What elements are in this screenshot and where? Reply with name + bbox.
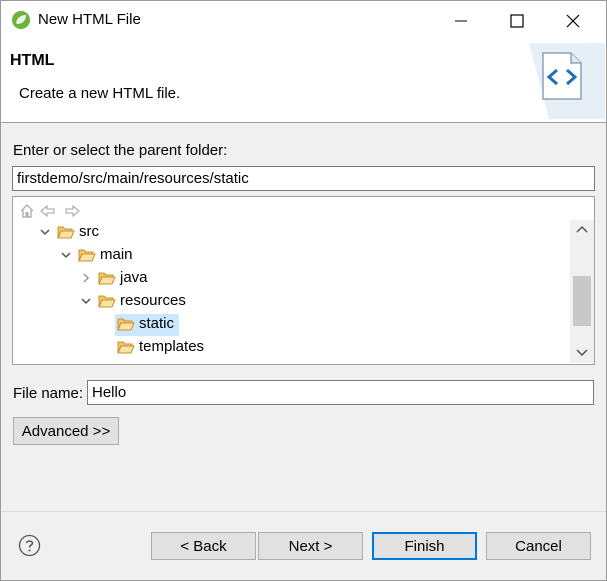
close-button[interactable] (545, 1, 601, 41)
tree-item-label: src (79, 223, 99, 240)
title-bar[interactable]: New HTML File (1, 1, 606, 41)
folder-open-icon (98, 295, 116, 308)
spring-leaf-icon (12, 11, 30, 29)
back-button[interactable]: < Back (151, 532, 256, 560)
folder-tree[interactable]: src main java resources static templates (12, 196, 595, 365)
chevron-down-icon[interactable] (60, 249, 72, 261)
cancel-button[interactable]: Cancel (486, 532, 591, 560)
scroll-up-icon[interactable] (574, 222, 590, 238)
minimize-button[interactable] (433, 1, 489, 41)
folder-open-icon (78, 249, 96, 262)
minimize-icon (455, 20, 467, 22)
scroll-thumb[interactable] (573, 276, 591, 326)
html-file-banner-icon (529, 43, 605, 119)
chevron-down-icon[interactable] (39, 226, 51, 238)
help-icon[interactable] (18, 534, 41, 557)
folder-open-icon (57, 226, 75, 239)
forward-arrow-icon[interactable] (63, 202, 81, 220)
tree-scrollbar[interactable] (570, 220, 594, 363)
chevron-right-icon[interactable] (80, 272, 92, 284)
maximize-button[interactable] (489, 1, 545, 41)
finish-button[interactable]: Finish (372, 532, 477, 560)
tree-item-label: java (120, 269, 148, 286)
next-button[interactable]: Next > (258, 532, 363, 560)
folder-open-icon (117, 318, 135, 331)
wizard-header: HTML Create a new HTML file. (1, 41, 606, 123)
home-icon[interactable] (18, 202, 36, 220)
maximize-icon (510, 14, 524, 28)
advanced-button[interactable]: Advanced >> (13, 417, 119, 445)
tree-item-label: static (139, 315, 175, 332)
tree-item-label: main (100, 246, 133, 263)
folder-open-icon (117, 341, 135, 354)
new-html-file-dialog: New HTML File HTML Create a new HTML fil… (0, 0, 607, 581)
file-name-label: File name: (13, 385, 84, 402)
chevron-down-icon[interactable] (80, 295, 92, 307)
page-title: HTML (10, 52, 55, 69)
tree-item-label: templates (139, 338, 205, 355)
back-arrow-icon[interactable] (39, 202, 57, 220)
tree-item-label: resources (120, 292, 186, 309)
close-icon (566, 14, 580, 28)
window-title: New HTML File (38, 11, 141, 28)
parent-folder-label: Enter or select the parent folder: (13, 142, 228, 159)
scroll-down-icon[interactable] (574, 344, 590, 360)
parent-folder-input[interactable] (12, 166, 595, 191)
page-description: Create a new HTML file. (19, 85, 181, 102)
file-name-input[interactable] (87, 380, 594, 405)
folder-open-icon (98, 272, 116, 285)
button-bar-separator (1, 511, 606, 512)
